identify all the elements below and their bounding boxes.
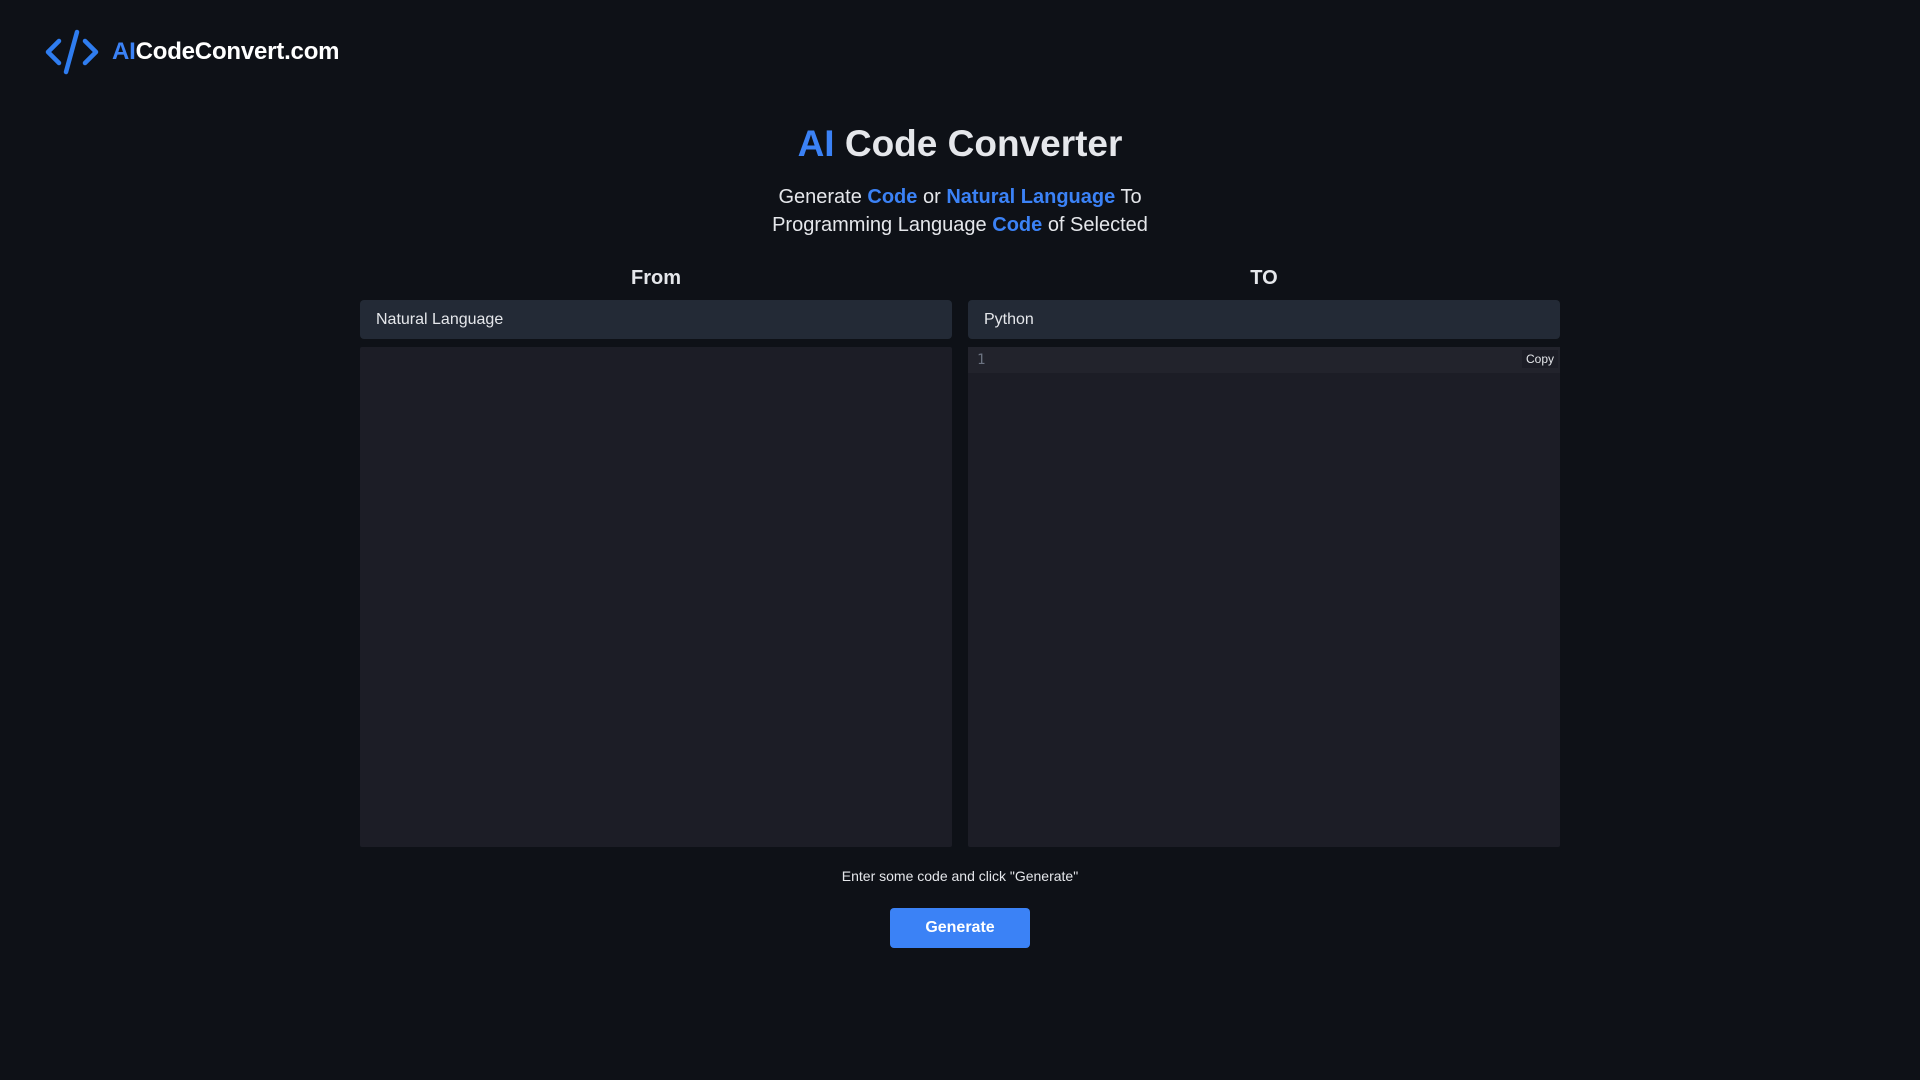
- title-rest: Code Converter: [844, 123, 1123, 164]
- subtitle-highlight-code: Code: [867, 186, 918, 208]
- to-language-value: Python: [984, 310, 1034, 328]
- to-language-select[interactable]: Python: [968, 300, 1560, 339]
- subtitle-word: Programming Language: [772, 214, 987, 236]
- subtitle-highlight-natural-language: Natural Language: [946, 186, 1116, 208]
- generate-button[interactable]: Generate: [890, 908, 1030, 948]
- line-number: 1: [977, 352, 986, 368]
- copy-button[interactable]: Copy: [1521, 350, 1558, 368]
- subtitle-word: Generate: [778, 186, 862, 208]
- brand-prefix: AI: [112, 38, 136, 65]
- page-subtitle: Generate Code or Natural Language To Pro…: [0, 183, 1920, 239]
- status-hint: Enter some code and click "Generate": [841, 868, 1079, 884]
- subtitle-highlight-code: Code: [992, 214, 1043, 236]
- brand-rest: CodeConvert.com: [135, 38, 340, 65]
- from-language-value: Natural Language: [376, 310, 504, 328]
- page: AICodeConvert.com AI Code Converter Gene…: [0, 0, 1920, 1080]
- from-panel: From Natural Language: [360, 262, 952, 847]
- code-line: 1: [968, 347, 1560, 373]
- from-editor: [360, 347, 952, 847]
- subtitle-word: To: [1120, 186, 1142, 208]
- title-accent: AI: [797, 123, 835, 164]
- to-label: TO: [1250, 267, 1278, 289]
- source-input[interactable]: [360, 347, 952, 847]
- brand-name: AICodeConvert.com: [112, 38, 340, 66]
- brand-home-link[interactable]: AICodeConvert.com: [43, 29, 340, 75]
- to-panel: TO Python 1 Copy: [968, 262, 1560, 847]
- output-editor[interactable]: 1 Copy: [968, 347, 1560, 847]
- subtitle-word: or: [922, 186, 941, 208]
- code-brackets-icon: [43, 29, 101, 75]
- subtitle-word: of Selected: [1047, 214, 1148, 236]
- from-label: From: [631, 267, 681, 289]
- page-title: AI Code Converter: [0, 118, 1920, 170]
- from-language-select[interactable]: Natural Language: [360, 300, 952, 339]
